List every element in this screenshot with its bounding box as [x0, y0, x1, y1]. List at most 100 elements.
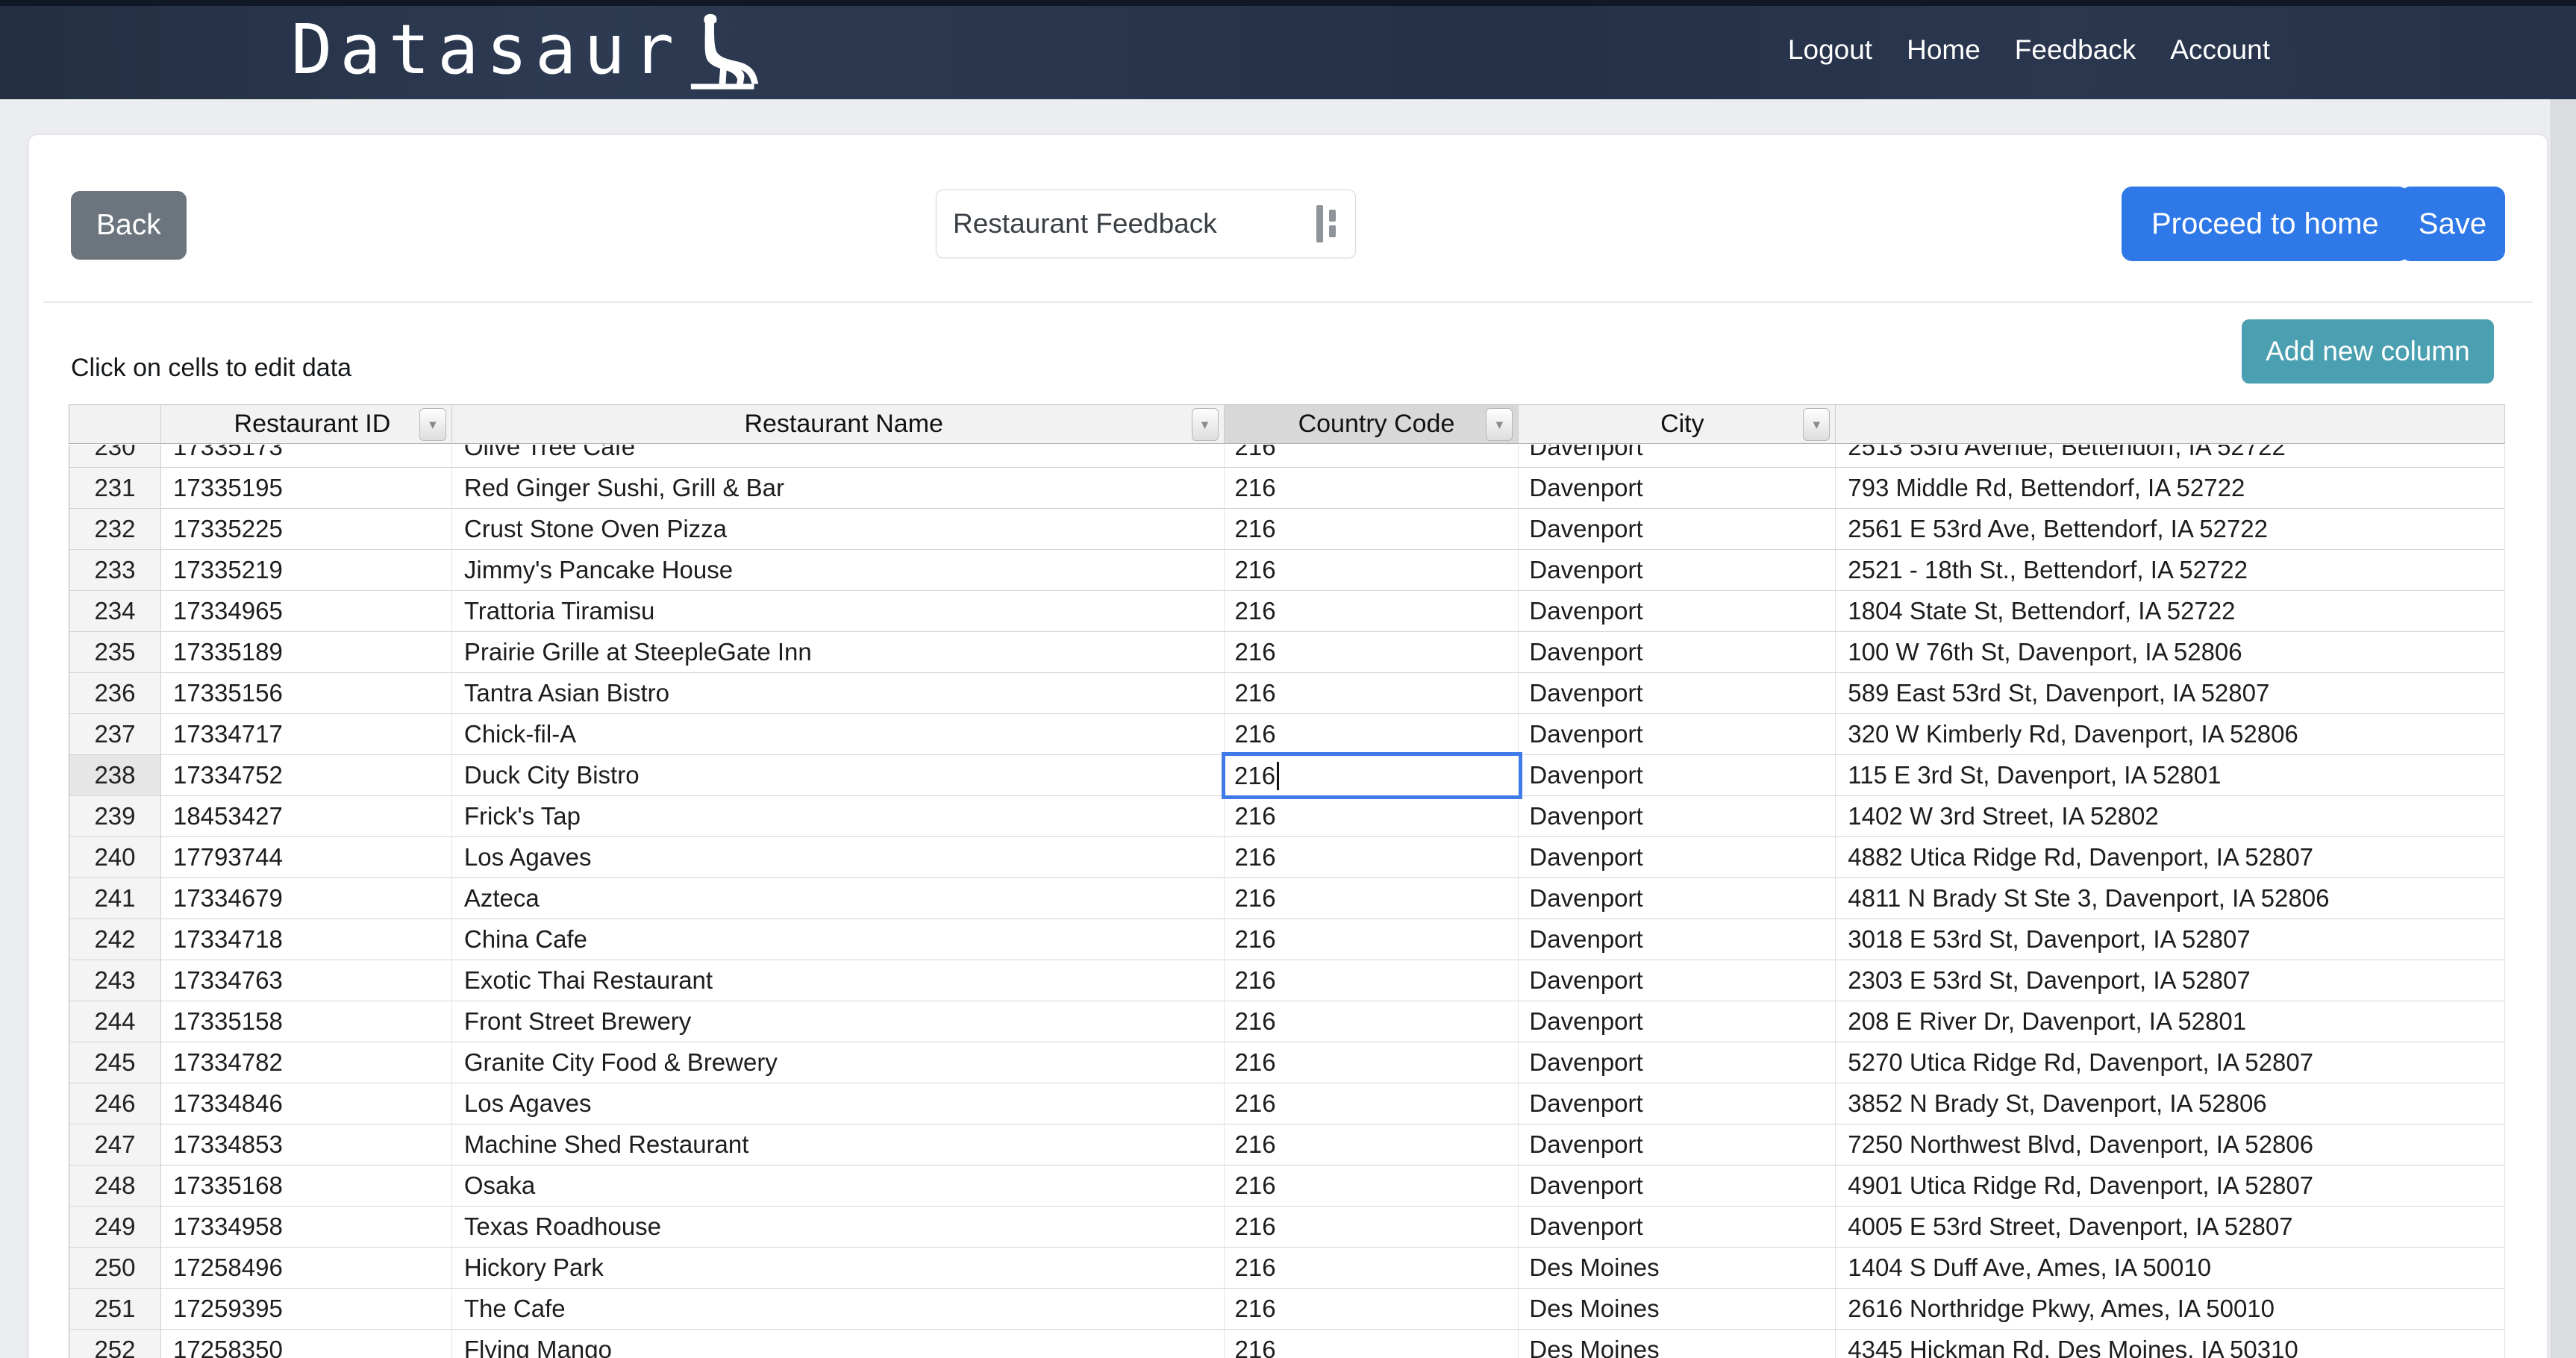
- city-cell[interactable]: Davenport: [1519, 591, 1836, 632]
- restaurant-id-cell[interactable]: 17334965: [161, 591, 452, 632]
- country-code-cell[interactable]: 216: [1225, 714, 1519, 755]
- restaurant-name-cell[interactable]: Crust Stone Oven Pizza: [452, 509, 1225, 550]
- country-code-cell[interactable]: 216: [1225, 1042, 1519, 1083]
- restaurant-name-cell[interactable]: Tantra Asian Bistro: [452, 673, 1225, 714]
- country-code-cell[interactable]: 216: [1225, 960, 1519, 1001]
- city-cell[interactable]: Davenport: [1519, 1042, 1836, 1083]
- brand[interactable]: Datasaur: [291, 0, 771, 99]
- restaurant-id-cell[interactable]: 17335195: [161, 468, 452, 509]
- row-number-cell[interactable]: 235: [69, 632, 161, 673]
- city-cell[interactable]: Davenport: [1519, 1207, 1836, 1248]
- address-cell[interactable]: 4901 Utica Ridge Rd, Davenport, IA 52807: [1836, 1165, 2505, 1207]
- city-cell[interactable]: Davenport: [1519, 468, 1836, 509]
- country-code-cell[interactable]: 216: [1225, 1207, 1519, 1248]
- city-cell[interactable]: Davenport: [1519, 445, 1836, 468]
- country-code-cell[interactable]: 216: [1225, 919, 1519, 960]
- country-code-cell[interactable]: 216: [1225, 1165, 1519, 1207]
- address-cell[interactable]: 793 Middle Rd, Bettendorf, IA 52722: [1836, 468, 2505, 509]
- address-cell[interactable]: 4811 N Brady St Ste 3, Davenport, IA 528…: [1836, 878, 2505, 919]
- filter-dropdown-icon[interactable]: ▾: [1803, 408, 1830, 441]
- row-number-cell[interactable]: 233: [69, 550, 161, 591]
- restaurant-name-cell[interactable]: Azteca: [452, 878, 1225, 919]
- restaurant-name-cell[interactable]: Chick-fil-A: [452, 714, 1225, 755]
- restaurant-name-cell[interactable]: Los Agaves: [452, 837, 1225, 878]
- country-code-cell[interactable]: 216: [1225, 632, 1519, 673]
- row-number-cell[interactable]: 239: [69, 796, 161, 837]
- row-number-cell[interactable]: 243: [69, 960, 161, 1001]
- restaurant-name-cell[interactable]: China Cafe: [452, 919, 1225, 960]
- address-cell[interactable]: 320 W Kimberly Rd, Davenport, IA 52806: [1836, 714, 2505, 755]
- filter-dropdown-icon[interactable]: ▾: [1192, 408, 1219, 441]
- city-cell[interactable]: Des Moines: [1519, 1289, 1836, 1330]
- column-header-5[interactable]: [1836, 405, 2505, 443]
- row-number-cell[interactable]: 247: [69, 1124, 161, 1165]
- row-number-cell[interactable]: 242: [69, 919, 161, 960]
- country-code-cell[interactable]: 216: [1225, 550, 1519, 591]
- address-cell[interactable]: 100 W 76th St, Davenport, IA 52806: [1836, 632, 2505, 673]
- city-cell[interactable]: Davenport: [1519, 1001, 1836, 1042]
- restaurant-name-cell[interactable]: Exotic Thai Restaurant: [452, 960, 1225, 1001]
- country-code-cell[interactable]: 216: [1225, 1248, 1519, 1289]
- add-new-column-button[interactable]: Add new column: [2242, 319, 2494, 384]
- address-cell[interactable]: 1402 W 3rd Street, IA 52802: [1836, 796, 2505, 837]
- city-cell[interactable]: Davenport: [1519, 714, 1836, 755]
- column-header-city[interactable]: City▾: [1519, 405, 1836, 443]
- row-number-cell[interactable]: 241: [69, 878, 161, 919]
- restaurant-name-cell[interactable]: Texas Roadhouse: [452, 1207, 1225, 1248]
- back-button[interactable]: Back: [71, 191, 187, 260]
- address-cell[interactable]: 1804 State St, Bettendorf, IA 52722: [1836, 591, 2505, 632]
- address-cell[interactable]: 208 E River Dr, Davenport, IA 52801: [1836, 1001, 2505, 1042]
- row-number-cell[interactable]: 246: [69, 1083, 161, 1124]
- restaurant-id-cell[interactable]: 17334718: [161, 919, 452, 960]
- country-code-cell[interactable]: 216: [1225, 445, 1519, 468]
- address-cell[interactable]: 115 E 3rd St, Davenport, IA 52801: [1836, 755, 2505, 796]
- restaurant-id-cell[interactable]: 17335168: [161, 1165, 452, 1207]
- restaurant-id-cell[interactable]: 17334853: [161, 1124, 452, 1165]
- row-number-cell[interactable]: 236: [69, 673, 161, 714]
- address-cell[interactable]: 2561 E 53rd Ave, Bettendorf, IA 52722: [1836, 509, 2505, 550]
- address-cell[interactable]: 3852 N Brady St, Davenport, IA 52806: [1836, 1083, 2505, 1124]
- restaurant-id-cell[interactable]: 17335219: [161, 550, 452, 591]
- country-code-cell[interactable]: 216: [1225, 878, 1519, 919]
- restaurant-name-cell[interactable]: Los Agaves: [452, 1083, 1225, 1124]
- row-number-cell[interactable]: 248: [69, 1165, 161, 1207]
- restaurant-id-cell[interactable]: 17335173: [161, 445, 452, 468]
- country-code-cell[interactable]: 216: [1225, 509, 1519, 550]
- city-cell[interactable]: Davenport: [1519, 755, 1836, 796]
- country-code-cell[interactable]: 216: [1225, 1124, 1519, 1165]
- column-header-restaurant-id[interactable]: Restaurant ID▾: [161, 405, 452, 443]
- row-number-cell[interactable]: 240: [69, 837, 161, 878]
- city-cell[interactable]: Davenport: [1519, 509, 1836, 550]
- city-cell[interactable]: Davenport: [1519, 878, 1836, 919]
- restaurant-name-cell[interactable]: Hickory Park: [452, 1248, 1225, 1289]
- restaurant-id-cell[interactable]: 17334958: [161, 1207, 452, 1248]
- row-number-cell[interactable]: 251: [69, 1289, 161, 1330]
- nav-link-account[interactable]: Account: [2170, 34, 2270, 66]
- country-code-cell[interactable]: 216: [1225, 837, 1519, 878]
- country-code-cell[interactable]: 216: [1225, 1001, 1519, 1042]
- restaurant-name-cell[interactable]: Granite City Food & Brewery: [452, 1042, 1225, 1083]
- filter-dropdown-icon[interactable]: ▾: [1486, 408, 1513, 441]
- row-number-cell[interactable]: 244: [69, 1001, 161, 1042]
- address-cell[interactable]: 2616 Northridge Pkwy, Ames, IA 50010: [1836, 1289, 2505, 1330]
- city-cell[interactable]: Des Moines: [1519, 1330, 1836, 1358]
- address-cell[interactable]: 1404 S Duff Ave, Ames, IA 50010: [1836, 1248, 2505, 1289]
- restaurant-id-cell[interactable]: 17793744: [161, 837, 452, 878]
- restaurant-id-cell[interactable]: 17334752: [161, 755, 452, 796]
- row-number-cell[interactable]: 234: [69, 591, 161, 632]
- restaurant-name-cell[interactable]: Red Ginger Sushi, Grill & Bar: [452, 468, 1225, 509]
- filter-dropdown-icon[interactable]: ▾: [419, 408, 446, 441]
- restaurant-id-cell[interactable]: 17335158: [161, 1001, 452, 1042]
- column-header-country-code[interactable]: Country Code▾: [1225, 405, 1519, 443]
- city-cell[interactable]: Des Moines: [1519, 1248, 1836, 1289]
- restaurant-name-cell[interactable]: The Cafe: [452, 1289, 1225, 1330]
- restaurant-id-cell[interactable]: 17259395: [161, 1289, 452, 1330]
- restaurant-name-cell[interactable]: Front Street Brewery: [452, 1001, 1225, 1042]
- restaurant-name-cell[interactable]: Flying Mango: [452, 1330, 1225, 1358]
- restaurant-id-cell[interactable]: 17334763: [161, 960, 452, 1001]
- restaurant-id-cell[interactable]: 17334846: [161, 1083, 452, 1124]
- page-scrollbar[interactable]: [2551, 99, 2576, 1358]
- dataset-name-input[interactable]: Restaurant Feedback: [936, 190, 1356, 258]
- column-header-restaurant-name[interactable]: Restaurant Name▾: [452, 405, 1225, 443]
- address-cell[interactable]: 4005 E 53rd Street, Davenport, IA 52807: [1836, 1207, 2505, 1248]
